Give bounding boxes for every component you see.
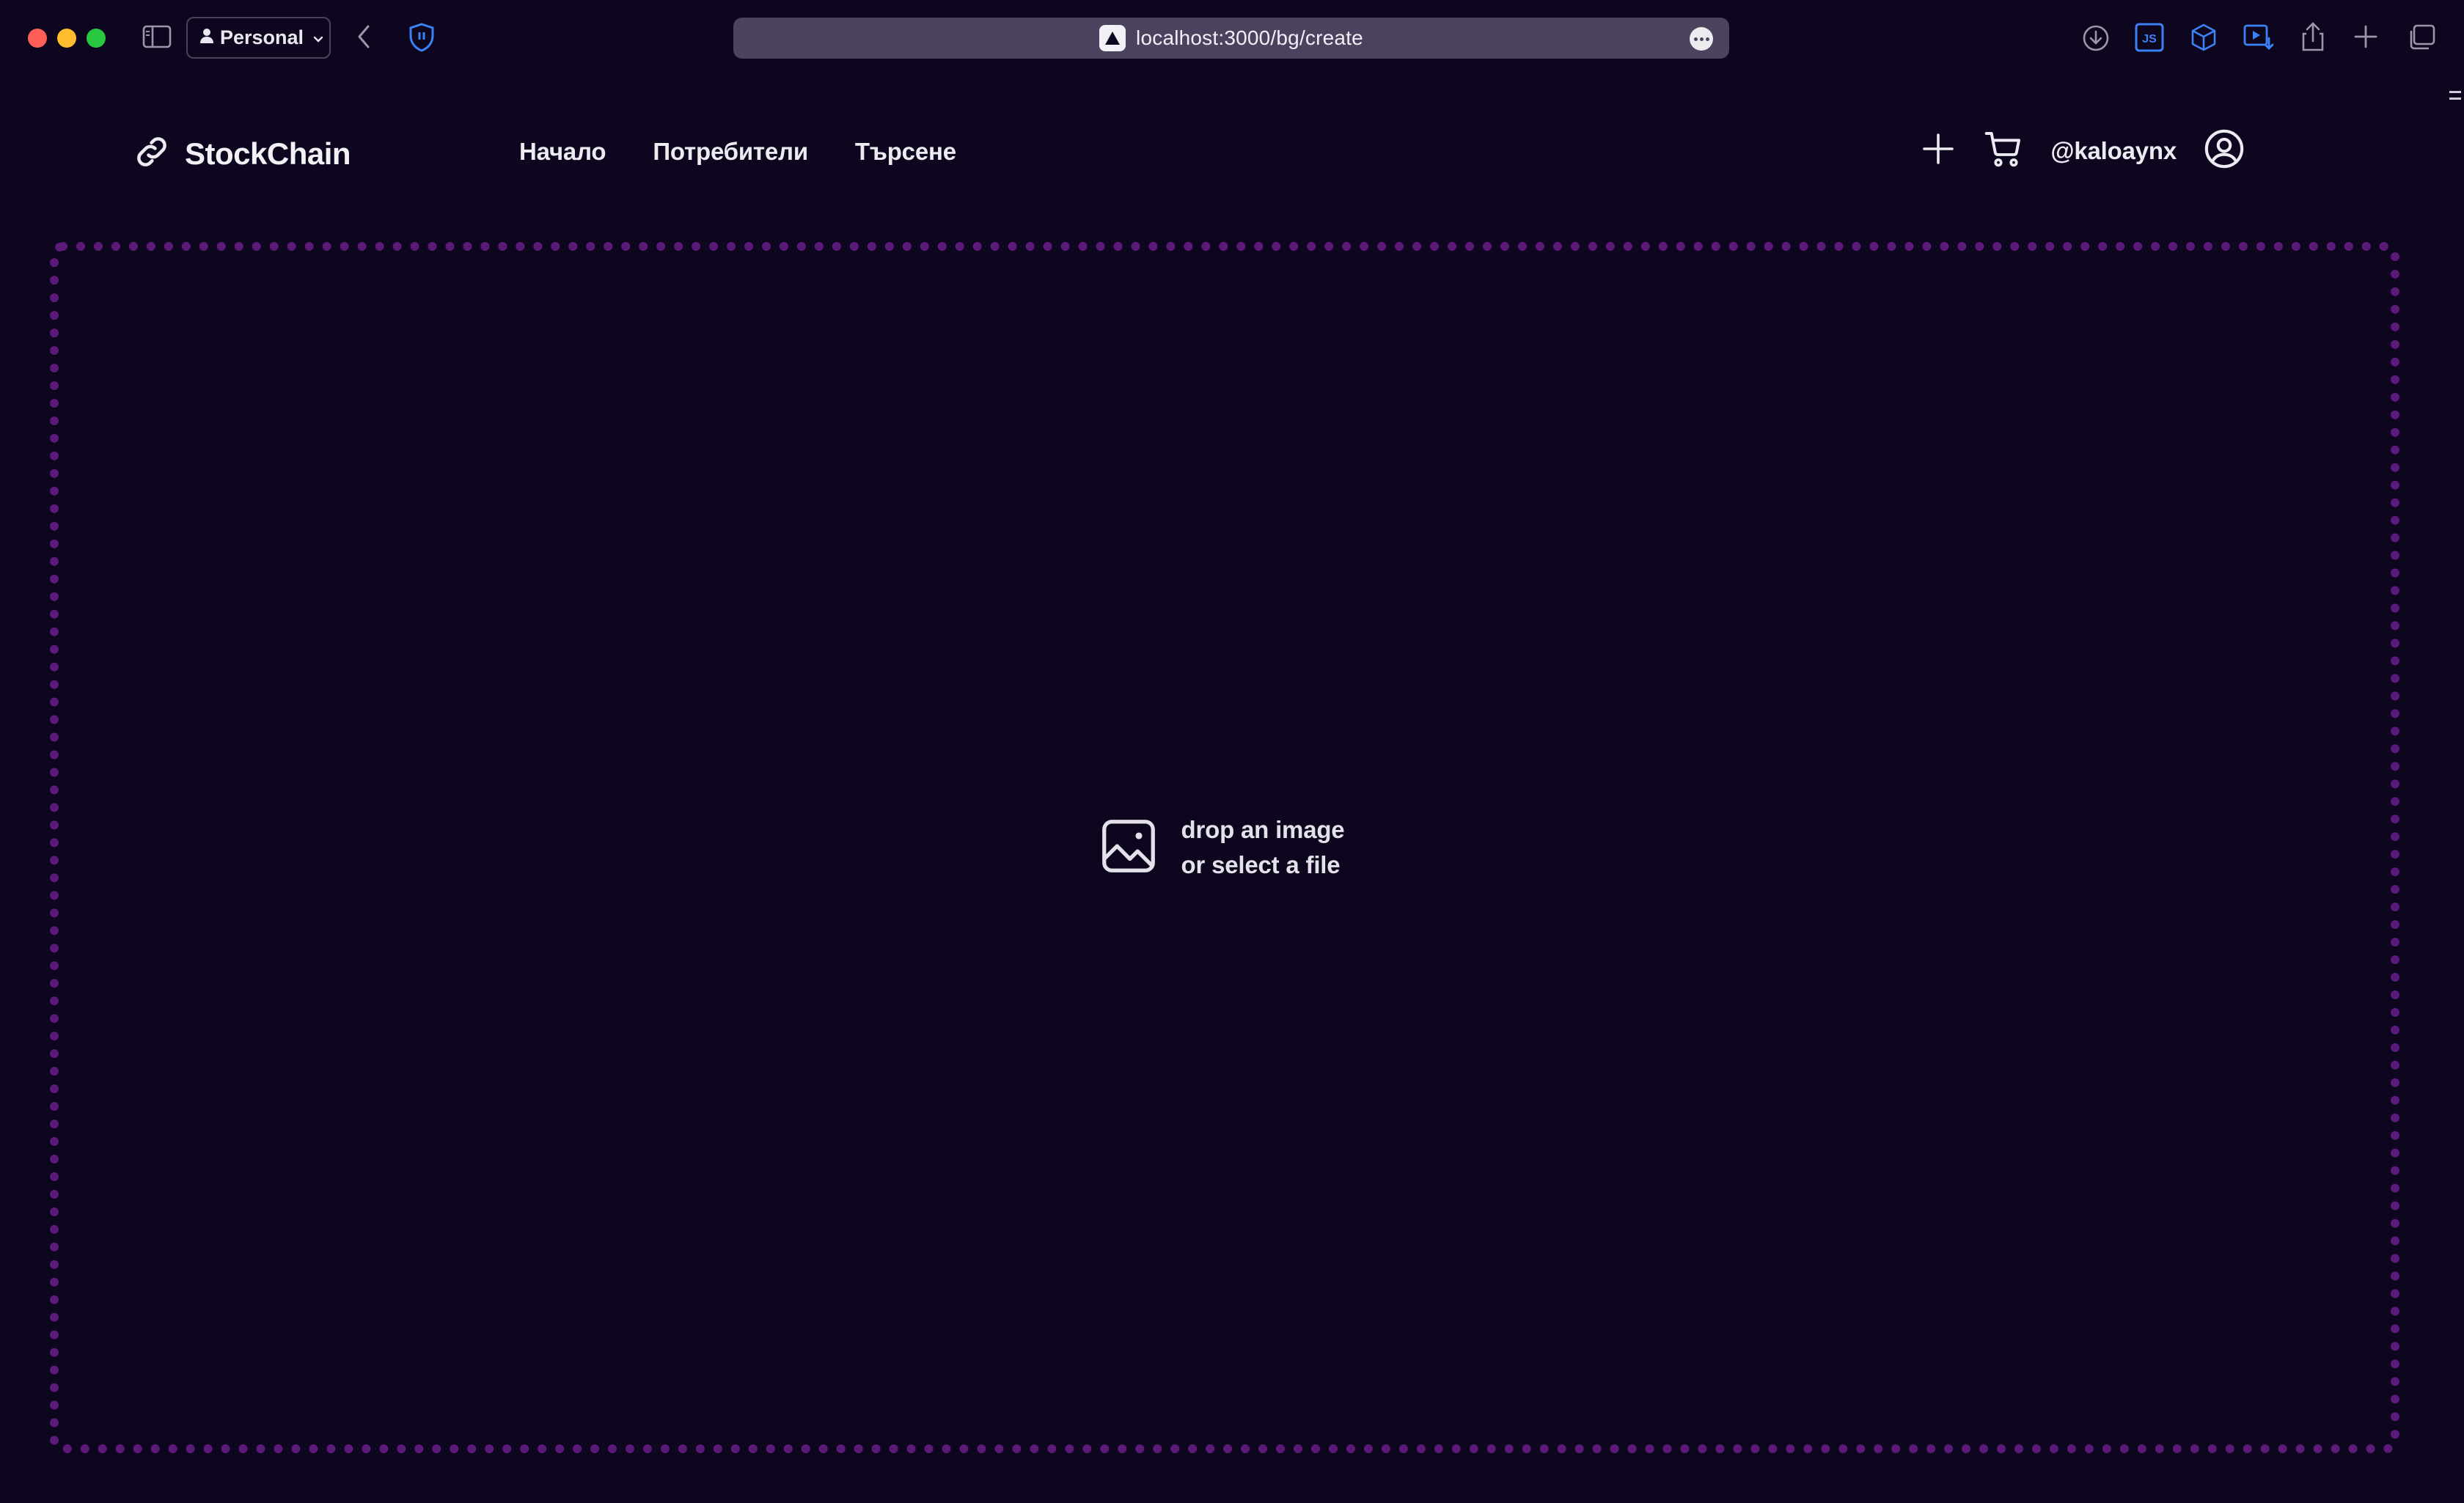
- profile-switcher[interactable]: Personal: [186, 17, 331, 59]
- header-actions: @kaloaynx: [1920, 128, 2245, 174]
- downloads-icon[interactable]: [2081, 23, 2111, 53]
- close-window-button[interactable]: [28, 29, 47, 48]
- link-chain-icon: [132, 132, 172, 175]
- page-menu-icon[interactable]: [1690, 27, 1713, 51]
- javascript-extension-icon[interactable]: JS: [2134, 22, 2165, 53]
- address-bar[interactable]: localhost:3000/bg/create: [733, 18, 1729, 59]
- sidebar-toggle-icon[interactable]: [142, 24, 172, 49]
- nav-home[interactable]: Начало: [519, 138, 606, 166]
- username[interactable]: @kaloaynx: [2050, 137, 2177, 165]
- video-download-icon[interactable]: [2243, 22, 2275, 53]
- minimize-window-button[interactable]: [57, 29, 76, 48]
- browser-toolbar: Personal localhost:3000/bg/create JS: [0, 0, 2464, 75]
- user-avatar-icon[interactable]: [2203, 128, 2245, 174]
- brand-name: StockChain: [185, 136, 351, 171]
- shield-extension-icon[interactable]: [407, 22, 436, 53]
- nav-search[interactable]: Търсене: [855, 138, 956, 166]
- brand-logo[interactable]: StockChain: [132, 132, 351, 175]
- back-arrow-icon[interactable]: [355, 23, 373, 50]
- nav-users[interactable]: Потребители: [653, 138, 808, 166]
- new-tab-icon[interactable]: [2353, 23, 2379, 50]
- dropzone-text: drop an image or select a file: [1181, 816, 1345, 879]
- site-favicon: [1099, 25, 1126, 51]
- dropzone-content: drop an image or select a file: [1098, 815, 1345, 881]
- main-nav: Начало Потребители Търсене: [519, 138, 956, 166]
- plus-icon[interactable]: [1920, 131, 1957, 171]
- person-icon: [199, 26, 214, 49]
- image-dropzone[interactable]: drop an image or select a file: [50, 242, 2399, 1453]
- chevron-down-icon: [312, 26, 324, 49]
- dropzone-line-1: drop an image: [1181, 816, 1345, 843]
- share-icon[interactable]: [2300, 21, 2326, 53]
- tab-overview-icon[interactable]: [2407, 23, 2436, 51]
- cube-extension-icon[interactable]: [2188, 22, 2219, 53]
- image-icon: [1098, 815, 1159, 881]
- url-text: localhost:3000/bg/create: [1136, 26, 1363, 49]
- dropzone-line-2[interactable]: or select a file: [1181, 851, 1345, 879]
- profile-label: Personal: [220, 26, 304, 48]
- browser-window: Personal localhost:3000/bg/create JS Sto…: [0, 0, 2464, 1503]
- zoom-window-button[interactable]: [87, 29, 106, 48]
- cart-icon[interactable]: [1983, 128, 2024, 173]
- resize-handle[interactable]: [2449, 91, 2461, 100]
- svg-text:JS: JS: [2142, 33, 2157, 45]
- site-header: StockChain Начало Потребители Търсене @k…: [0, 110, 2464, 195]
